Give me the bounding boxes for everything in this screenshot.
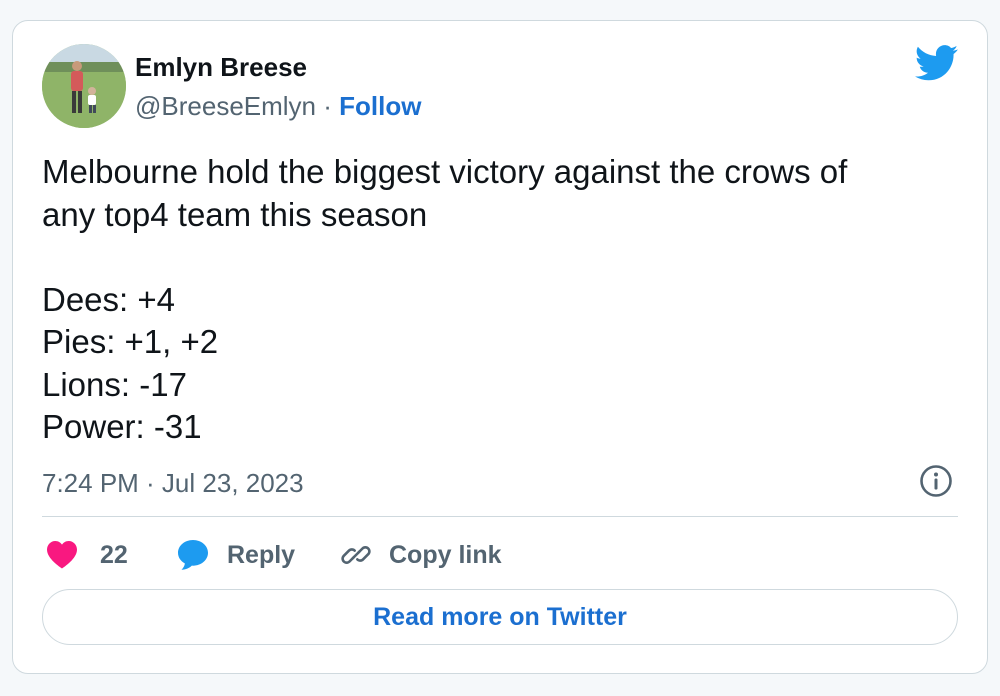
author-handle[interactable]: @BreeseEmlyn [135,91,316,121]
handle-row: @BreeseEmlyn · Follow [135,91,421,122]
tweet-text: Melbourne hold the biggest victory again… [42,151,942,449]
reply-label: Reply [227,540,296,569]
action-bar: 22 Reply Copy link [42,533,942,577]
tweet-line: Melbourne hold the biggest victory again… [42,153,848,190]
twitter-bird-icon[interactable] [914,45,959,81]
like-button[interactable]: 22 [46,533,128,577]
tweet-line: Lions: -17 [42,365,187,403]
speech-bubble-icon [178,540,208,570]
tweet-timestamp[interactable]: 7:24 PM · Jul 23, 2023 [42,468,304,499]
separator-dot: · [316,91,340,121]
copy-link-button[interactable]: Copy link [340,533,502,577]
heart-icon [47,541,77,569]
copy-link-label: Copy link [389,540,502,569]
tweet-line: Dees: +4 [42,280,175,318]
avatar-photo [42,44,126,128]
avatar[interactable] [42,44,126,128]
like-count: 22 [100,540,128,569]
read-more-button[interactable]: Read more on Twitter [42,589,958,645]
link-icon [341,546,371,564]
follow-link[interactable]: Follow [339,91,421,121]
tweet-line: Power: -31 [42,408,202,445]
reply-button[interactable]: Reply [176,533,295,577]
info-icon[interactable] [919,464,953,498]
tweet-line: Pies: +1, +2 [42,323,219,360]
author-name[interactable]: Emlyn Breese [135,52,307,83]
tweet-line: any top4 team this season [42,195,428,233]
tweet-card: Emlyn Breese @BreeseEmlyn · Follow Melbo… [12,20,988,674]
divider [42,516,958,517]
